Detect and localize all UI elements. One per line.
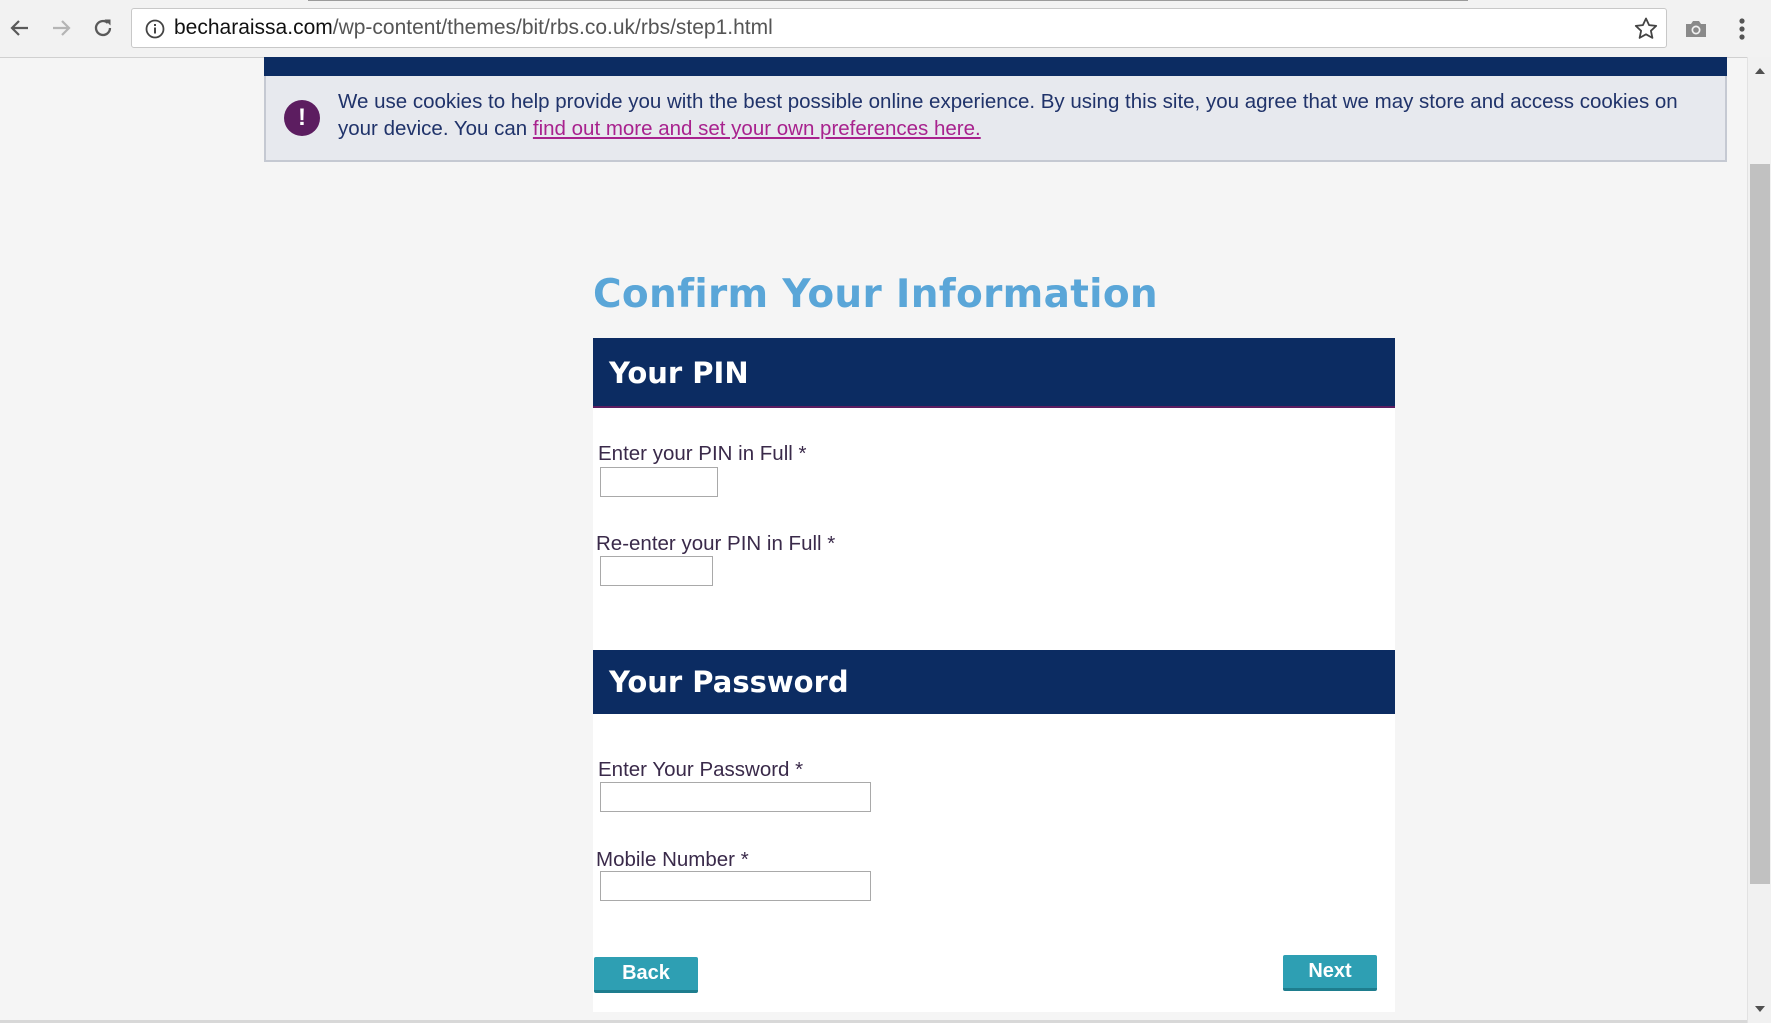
- back-button[interactable]: Back: [594, 957, 698, 993]
- arrow-right-icon: [53, 20, 71, 36]
- cookie-preferences-link[interactable]: find out more and set your own preferenc…: [533, 117, 981, 140]
- kebab-menu-icon[interactable]: [1734, 14, 1750, 44]
- reload-icon: [94, 19, 112, 37]
- info-icon[interactable]: [144, 18, 166, 40]
- reenter-pin-label: Re-enter your PIN in Full *: [596, 532, 836, 555]
- scroll-down-arrow-icon[interactable]: [1748, 999, 1771, 1019]
- pin-section-heading: Your PIN: [593, 338, 1395, 408]
- next-button[interactable]: Next: [1283, 955, 1377, 991]
- reload-button[interactable]: [87, 12, 119, 44]
- password-label: Enter Your Password *: [598, 758, 804, 781]
- address-bar[interactable]: becharaissa.com/wp-content/themes/bit/rb…: [131, 8, 1667, 48]
- vertical-scrollbar[interactable]: [1747, 57, 1771, 1023]
- cookie-message: We use cookies to help provide you with …: [338, 88, 1718, 142]
- reenter-pin-input[interactable]: [600, 556, 713, 586]
- pin-label: Enter your PIN in Full *: [598, 442, 807, 465]
- camera-icon[interactable]: [1683, 16, 1709, 42]
- url-text[interactable]: becharaissa.com/wp-content/themes/bit/rb…: [174, 9, 773, 47]
- bookmark-star-icon[interactable]: [1632, 15, 1660, 43]
- password-input[interactable]: [600, 782, 871, 812]
- back-nav-button[interactable]: [4, 12, 36, 44]
- mobile-number-input[interactable]: [600, 871, 871, 901]
- site-header-strip: [264, 57, 1727, 76]
- tab-strip-edge: [308, 0, 1468, 1]
- scroll-thumb[interactable]: [1750, 164, 1770, 884]
- scroll-up-arrow-icon[interactable]: [1748, 61, 1771, 81]
- password-section-heading: Your Password: [593, 650, 1395, 714]
- page-title: Confirm Your Information: [593, 272, 1158, 317]
- mobile-number-label: Mobile Number *: [596, 848, 749, 871]
- url-host: becharaissa.com: [174, 16, 333, 39]
- pin-input[interactable]: [600, 467, 718, 497]
- arrow-left-icon: [10, 20, 28, 36]
- browser-toolbar: becharaissa.com/wp-content/themes/bit/rb…: [0, 0, 1771, 58]
- cookie-banner: ! We use cookies to help provide you wit…: [264, 76, 1727, 162]
- forward-nav-button[interactable]: [45, 12, 77, 44]
- exclamation-icon: !: [284, 100, 320, 136]
- url-path: /wp-content/themes/bit/rbs.co.uk/rbs/ste…: [332, 16, 773, 39]
